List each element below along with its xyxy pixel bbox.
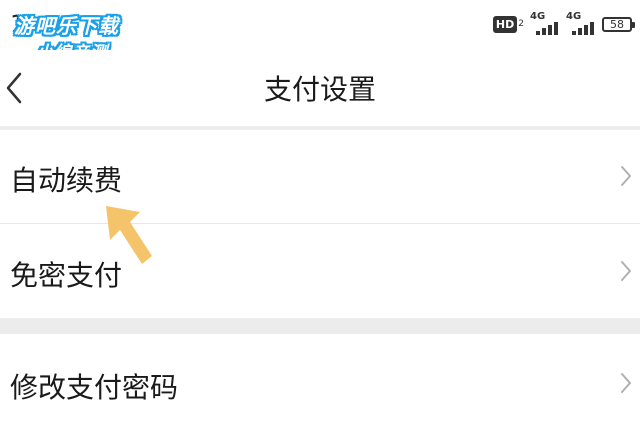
chevron-right-icon [621, 166, 631, 186]
menu-item-password-free-payment[interactable]: 免密支付 [0, 224, 640, 318]
payment-settings-screen: 1 游吧乐下载 小编亲测 HD 2 4G 4G 58 [0, 0, 640, 427]
status-icons: HD 2 4G 4G 58 [492, 11, 635, 36]
chevron-right-icon [621, 261, 631, 281]
signal-icon-2: 4G [566, 11, 596, 35]
watermark-line1: 游吧乐下载 [14, 14, 119, 38]
menu-item-label: 自动续费 [10, 164, 123, 197]
signal-icon: 4G [530, 11, 560, 35]
chevron-right-icon [621, 373, 631, 393]
hd-badge: HD [492, 15, 518, 33]
hd-icon: HD 2 [492, 15, 524, 33]
menu-item-auto-renew[interactable]: 自动续费 [0, 130, 640, 223]
pointer-arrow-icon [106, 206, 152, 264]
signal-label-2: 4G [566, 11, 582, 22]
hd-sub: 2 [518, 19, 524, 29]
signal-label: 4G [530, 11, 546, 22]
nav-bar: 支付设置 [0, 50, 640, 126]
menu-item-change-payment-password[interactable]: 修改支付密码 [0, 334, 640, 427]
battery-icon: 58 [602, 16, 635, 32]
status-bar: 1 游吧乐下载 小编亲测 HD 2 4G 4G 58 [0, 0, 640, 63]
menu-item-label: 修改支付密码 [10, 371, 179, 404]
signal-bars-2 [572, 22, 594, 35]
signal-bars [536, 22, 558, 35]
page-title: 支付设置 [263, 73, 376, 106]
section-gap [0, 318, 640, 334]
